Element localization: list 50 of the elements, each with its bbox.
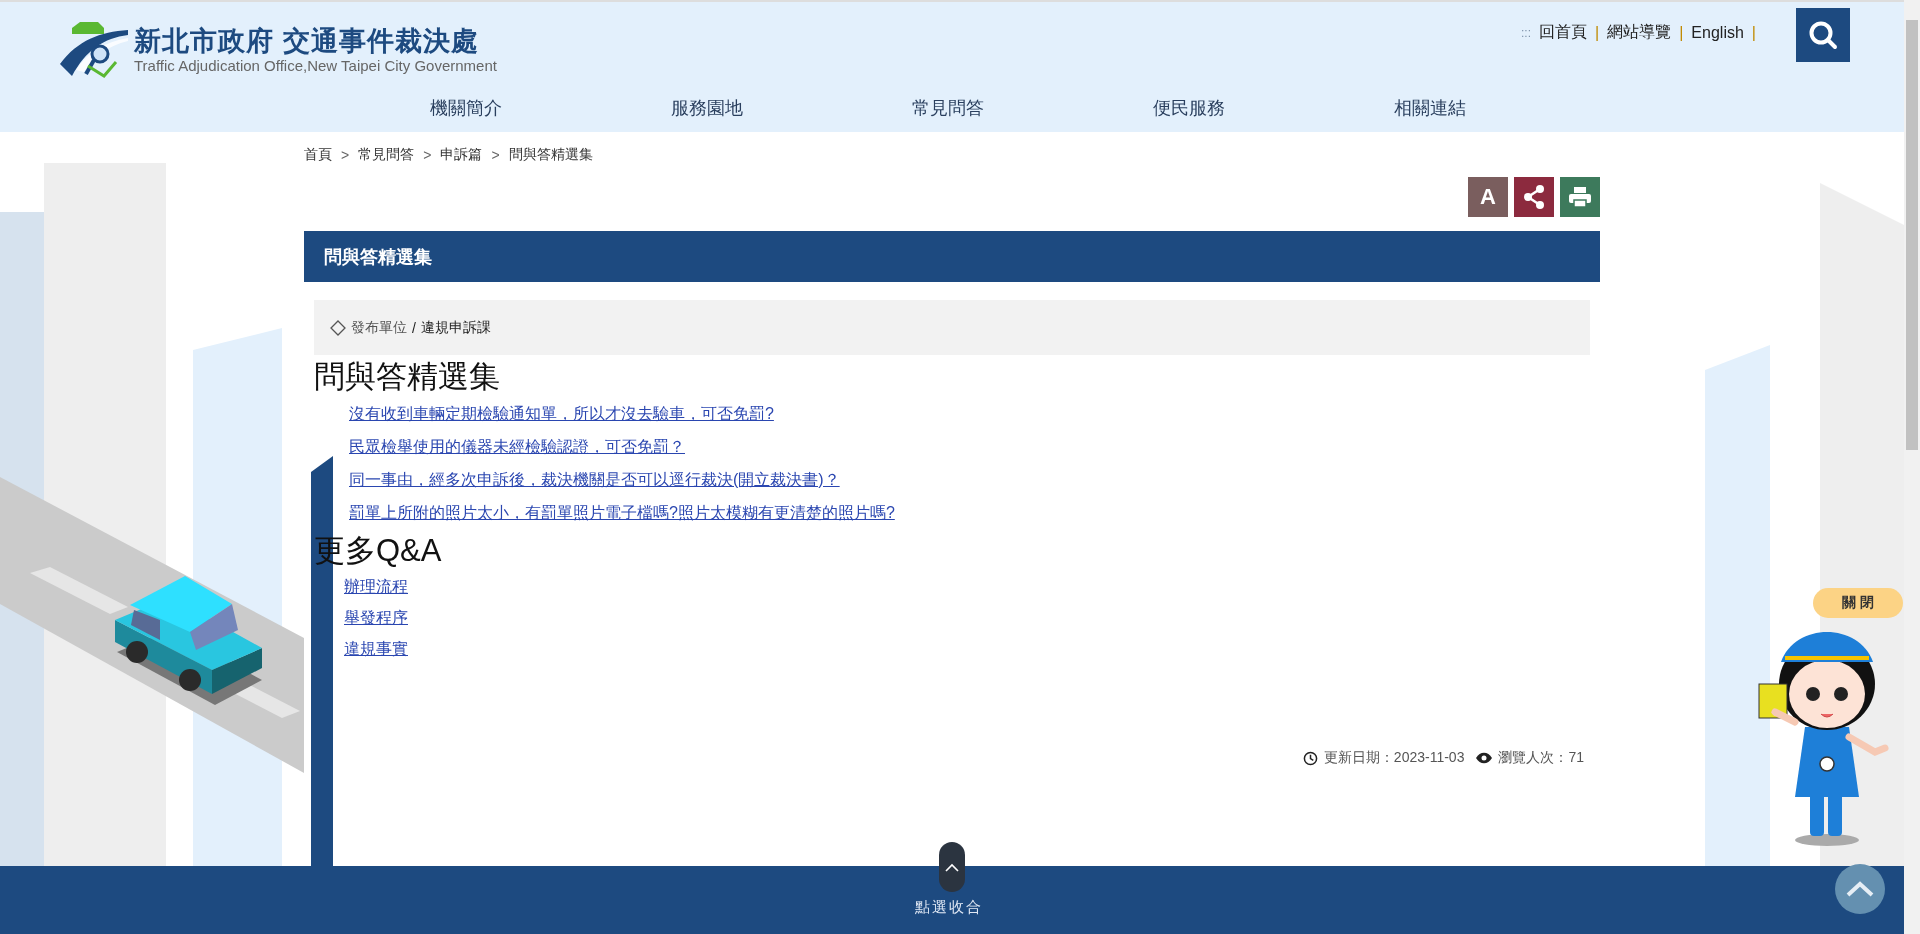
nav-item[interactable]: 常見問答 [827, 86, 1068, 130]
breadcrumb-link[interactable]: 常見問答 [358, 146, 415, 164]
printer-icon [1568, 186, 1592, 208]
page-title-bar: 問與答精選集 [304, 231, 1600, 282]
share-icon [1523, 185, 1545, 209]
qa-link[interactable]: 違規事實 [344, 633, 408, 664]
collapse-label: 點選收合 [915, 898, 983, 917]
top-link[interactable]: English [1691, 23, 1744, 42]
publisher-separator: / [412, 319, 416, 336]
qa-link[interactable]: 辦理流程 [344, 571, 408, 602]
breadcrumb-separator: > [341, 147, 350, 163]
font-size-button[interactable]: A [1468, 177, 1508, 217]
update-date: 更新日期：2023-11-03 [1323, 749, 1465, 767]
question-link[interactable]: 罰單上所附的照片太小，有罰單照片電子檔嗎?照片太模糊有更清楚的照片嗎? [349, 496, 895, 529]
link-separator: | [1595, 23, 1600, 42]
diamond-icon [330, 319, 346, 336]
search-icon [1808, 20, 1838, 50]
link-separator: | [1751, 23, 1756, 42]
nav-item[interactable]: 服務園地 [586, 86, 827, 130]
nav-item[interactable]: 相關連結 [1309, 86, 1550, 130]
chevron-up-icon [945, 862, 959, 872]
section-heading: 問與答精選集 [314, 358, 501, 396]
print-button[interactable] [1560, 177, 1600, 217]
publisher-label: 發布單位 [351, 318, 407, 337]
top-link[interactable]: 回首頁 [1539, 22, 1588, 43]
breadcrumb-link[interactable]: 首頁 [304, 146, 332, 164]
top-link[interactable]: 網站導覽 [1607, 22, 1672, 43]
view-count: 瀏覽人次：71 [1498, 749, 1584, 767]
site-title: 新北市政府 交通事件裁決處 [134, 24, 480, 57]
nav-item[interactable]: 機關簡介 [345, 86, 586, 130]
question-link[interactable]: 民眾檢舉使用的儀器未經檢驗認證，可否免罰？ [349, 430, 685, 463]
publisher-value: 違規申訴課 [420, 318, 491, 337]
clock-icon [1302, 750, 1318, 766]
question-link[interactable]: 沒有收到車輛定期檢驗通知單，所以才沒去驗車，可否免罰? [349, 397, 774, 430]
breadcrumb-link[interactable]: 問與答精選集 [508, 146, 593, 164]
nav-item[interactable]: 便民服務 [1068, 86, 1309, 130]
scrollbar[interactable] [1904, 0, 1920, 934]
search-button[interactable] [1796, 8, 1850, 62]
breadcrumb-link[interactable]: 申訴篇 [440, 146, 483, 164]
share-button[interactable] [1514, 177, 1554, 217]
close-button[interactable]: 關 閉 [1813, 588, 1903, 618]
breadcrumb-separator: > [423, 147, 432, 163]
eye-icon [1476, 752, 1493, 764]
link-separator: | [1679, 23, 1684, 42]
collapse-toggle[interactable] [939, 842, 965, 892]
chevron-up-icon [1846, 881, 1874, 897]
site-subtitle: Traffic Adjudication Office,New Taipei City Government [134, 56, 497, 74]
question-link[interactable]: 同一事由，經多次申訴後，裁決機關是否可以逕行裁決(開立裁決書)？ [349, 463, 840, 496]
breadcrumb-separator: > [491, 147, 500, 163]
qa-link[interactable]: 舉發程序 [344, 602, 408, 633]
